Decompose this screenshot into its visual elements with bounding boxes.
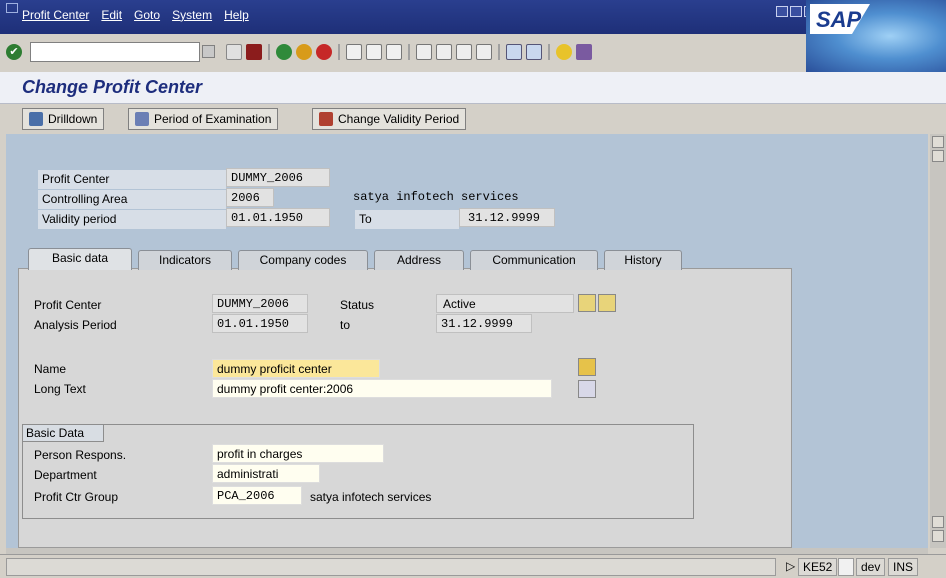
transaction-code: KE52 xyxy=(798,558,838,576)
first-page-icon[interactable] xyxy=(416,44,432,60)
system-menu-icon[interactable] xyxy=(6,3,18,13)
profit-center-value: DUMMY_2006 xyxy=(226,168,330,187)
status-toggle-icon[interactable]: ▷ xyxy=(782,558,799,576)
copy-icon[interactable] xyxy=(578,358,596,376)
name-label: Name xyxy=(34,362,67,376)
basic-data-group-title: Basic Data xyxy=(22,424,104,442)
tab-history[interactable]: History xyxy=(604,250,682,270)
find-icon[interactable] xyxy=(366,44,382,60)
person-responsible-label: Person Respons. xyxy=(34,448,127,462)
insert-mode: INS xyxy=(888,558,919,576)
back-icon[interactable] xyxy=(276,44,292,60)
validity-to-value: 31.12.9999 xyxy=(459,208,555,227)
menu-system[interactable]: System xyxy=(172,8,212,22)
back-arrow-icon[interactable] xyxy=(226,44,242,60)
shortcut-icon[interactable] xyxy=(526,44,542,60)
tab-address[interactable]: Address xyxy=(374,250,464,270)
menu-goto[interactable]: Goto xyxy=(134,8,160,22)
help-icon[interactable] xyxy=(556,44,572,60)
new-session-icon[interactable] xyxy=(506,44,522,60)
analysis-to-value: 31.12.9999 xyxy=(436,314,532,333)
analysis-from-value: 01.01.1950 xyxy=(212,314,308,333)
status-bar: ▷ KE52 dev INS xyxy=(0,554,946,578)
tab-company-codes[interactable]: Company codes xyxy=(238,250,368,270)
tab-indicators[interactable]: Indicators xyxy=(138,250,232,270)
status-value: Active xyxy=(436,294,574,313)
sap-logo: SAP xyxy=(810,4,870,34)
standard-toolbar: ✔ xyxy=(0,34,806,72)
menu-edit[interactable]: Edit xyxy=(101,8,122,22)
change-validity-period-button[interactable]: Change Validity Period xyxy=(312,108,467,130)
tab-basic-data[interactable]: Basic data xyxy=(28,248,132,270)
system-user: dev xyxy=(856,558,886,576)
profit-ctr-group-input[interactable]: PCA_2006 xyxy=(212,486,302,505)
calendar-icon xyxy=(319,112,333,126)
status-activate-icon[interactable] xyxy=(578,294,596,312)
to-label: To xyxy=(355,210,459,229)
previous-page-icon[interactable] xyxy=(436,44,452,60)
status-lock-icon[interactable] xyxy=(598,294,616,312)
vertical-scrollbar[interactable] xyxy=(930,134,946,548)
person-responsible-input[interactable]: profit in charges xyxy=(212,444,384,463)
long-text-label: Long Text xyxy=(34,382,86,396)
name-input[interactable]: dummy proficit center xyxy=(212,359,380,378)
enter-icon[interactable]: ✔ xyxy=(6,44,22,60)
menu-bar: Profit Center Edit Goto System Help xyxy=(0,0,946,34)
profit-ctr-group-text: satya infotech services xyxy=(310,490,432,504)
edit-long-text-icon[interactable] xyxy=(578,380,596,398)
command-field[interactable] xyxy=(30,42,200,62)
long-text-input[interactable]: dummy profit center:2006 xyxy=(212,379,552,398)
controlling-area-text: satya infotech services xyxy=(353,190,519,204)
sap-logo-area: SAP xyxy=(806,0,946,72)
basic-profit-center-value: DUMMY_2006 xyxy=(212,294,308,313)
period-of-examination-button[interactable]: Period of Examination xyxy=(128,108,279,130)
maximize-icon[interactable] xyxy=(790,6,802,17)
scroll-page-down-icon[interactable] xyxy=(932,530,944,542)
layout-menu-icon[interactable] xyxy=(576,44,592,60)
analysis-to-label: to xyxy=(340,318,351,332)
exit-icon[interactable] xyxy=(296,44,312,60)
status-message-field xyxy=(6,558,776,576)
scroll-up-icon[interactable] xyxy=(932,136,944,148)
department-label: Department xyxy=(34,468,97,482)
find-next-icon[interactable] xyxy=(386,44,402,60)
drilldown-icon xyxy=(29,112,43,126)
profit-center-label: Profit Center xyxy=(38,170,226,189)
analysis-period-label: Analysis Period xyxy=(34,318,117,332)
minimize-icon[interactable] xyxy=(776,6,788,17)
session-info-icon[interactable] xyxy=(838,558,854,576)
last-page-icon[interactable] xyxy=(476,44,492,60)
save-icon[interactable] xyxy=(246,44,262,60)
page-title: Change Profit Center xyxy=(22,77,203,97)
basic-profit-center-label: Profit Center xyxy=(34,298,102,312)
profit-ctr-group-label: Profit Ctr Group xyxy=(34,490,119,504)
app-title-bar: Change Profit Center xyxy=(0,72,946,104)
validity-from-value: 01.01.1950 xyxy=(226,208,330,227)
drilldown-button[interactable]: Drilldown xyxy=(22,108,105,130)
period-icon xyxy=(135,112,149,126)
command-dropdown-icon[interactable] xyxy=(202,45,215,58)
application-toolbar: Drilldown Period of Examination Change V… xyxy=(0,104,946,132)
scroll-page-up-icon[interactable] xyxy=(932,516,944,528)
tab-communication[interactable]: Communication xyxy=(470,250,598,270)
print-icon[interactable] xyxy=(346,44,362,60)
cancel-icon[interactable] xyxy=(316,44,332,60)
department-input[interactable]: administrati xyxy=(212,464,320,483)
menu-profit-center[interactable]: Profit Center xyxy=(22,8,89,22)
controlling-area-value: 2006 xyxy=(226,188,274,207)
menu-help[interactable]: Help xyxy=(224,8,249,22)
status-label: Status xyxy=(340,298,375,312)
scroll-down-icon[interactable] xyxy=(932,150,944,162)
next-page-icon[interactable] xyxy=(456,44,472,60)
controlling-area-label: Controlling Area xyxy=(38,190,226,209)
validity-period-label: Validity period xyxy=(38,210,226,229)
